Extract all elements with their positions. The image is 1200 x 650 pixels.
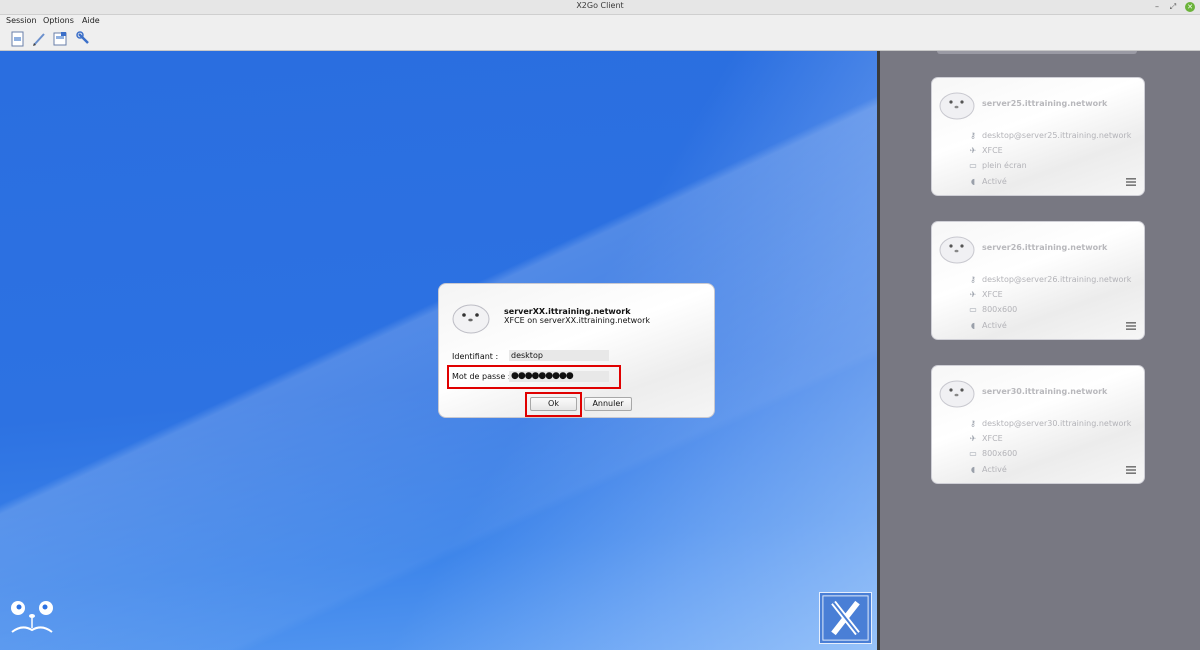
xfce-icon: ✈: [969, 290, 977, 299]
session-menu-icon[interactable]: [1126, 178, 1136, 186]
session-display: plein écran: [982, 161, 1027, 170]
sound-icon: ◖: [970, 177, 976, 186]
seal-icon: [939, 380, 975, 408]
session-login: desktop@server26.ittraining.network: [982, 275, 1132, 284]
xfce-icon: ✈: [969, 146, 977, 155]
session-server-name: server26.ittraining.network: [982, 243, 1108, 252]
session-display: 800x600: [982, 305, 1018, 314]
seal-icon: [452, 304, 490, 334]
minimize-icon[interactable]: –: [1152, 2, 1162, 12]
x2go-logo-icon: [11, 601, 53, 633]
session-menu-icon[interactable]: [1126, 322, 1136, 330]
display-icon: ▭: [969, 161, 977, 170]
menu-session[interactable]: Session: [6, 16, 37, 25]
close-icon[interactable]: ✕: [1185, 2, 1195, 12]
password-label: Mot de passe :: [452, 372, 511, 381]
session-login: desktop@server30.ittraining.network: [982, 419, 1132, 428]
password-field[interactable]: ●●●●●●●●●: [509, 371, 609, 382]
preferences-icon[interactable]: [76, 31, 92, 47]
menu-bar: Session Options Aide: [0, 15, 1200, 27]
login-dialog: serverXX.ittraining.network XFCE on serv…: [438, 283, 715, 418]
xfce-icon: ✈: [969, 434, 977, 443]
seal-icon: [939, 92, 975, 120]
toolbar: [0, 27, 1200, 51]
key-icon: ⚷: [970, 131, 976, 140]
username-label: Identifiant :: [452, 352, 499, 361]
session-server-name: server25.ittraining.network: [982, 99, 1108, 108]
cancel-button[interactable]: Annuler: [584, 397, 632, 411]
menu-options[interactable]: Options: [43, 16, 74, 25]
session-server-name: server30.ittraining.network: [982, 387, 1108, 396]
sound-icon: ◖: [970, 465, 976, 474]
seal-icon: [939, 236, 975, 264]
menu-aide[interactable]: Aide: [82, 16, 100, 25]
session-sound: Activé: [982, 465, 1007, 474]
key-icon: ⚷: [970, 275, 976, 284]
session-sound: Activé: [982, 177, 1007, 186]
session-desktop: XFCE: [982, 146, 1003, 155]
session-menu-icon[interactable]: [1126, 466, 1136, 474]
x-logo-icon: [819, 592, 872, 644]
window-title: X2Go Client: [576, 1, 624, 10]
session-desktop: XFCE: [982, 290, 1003, 299]
edit-session-icon[interactable]: [31, 31, 47, 47]
session-manage-icon[interactable]: [52, 31, 68, 47]
session-display: 800x600: [982, 449, 1018, 458]
sound-icon: ◖: [970, 321, 976, 330]
session-card[interactable]: server30.ittraining.network ⚷ desktop@ser…: [931, 365, 1145, 484]
key-icon: ⚷: [970, 419, 976, 428]
display-icon: ▭: [969, 305, 977, 314]
session-sound: Activé: [982, 321, 1007, 330]
restore-icon[interactable]: ⤢: [1168, 2, 1178, 12]
title-bar: X2Go Client – ⤢ ✕: [0, 0, 1200, 15]
session-login: desktop@server25.ittraining.network: [982, 131, 1132, 140]
session-card[interactable]: server26.ittraining.network ⚷ desktop@ser…: [931, 221, 1145, 340]
session-desktop: XFCE: [982, 434, 1003, 443]
session-card[interactable]: server25.ittraining.network ⚷ desktop@ser…: [931, 77, 1145, 196]
username-field[interactable]: desktop: [509, 350, 609, 361]
new-session-icon[interactable]: [10, 31, 26, 47]
session-search-bar[interactable]: [937, 51, 1137, 54]
display-icon: ▭: [969, 449, 977, 458]
ok-button[interactable]: Ok: [530, 397, 577, 411]
dialog-session-subtitle: XFCE on serverXX.ittraining.network: [504, 316, 650, 325]
dialog-server-name: serverXX.ittraining.network: [504, 307, 631, 316]
